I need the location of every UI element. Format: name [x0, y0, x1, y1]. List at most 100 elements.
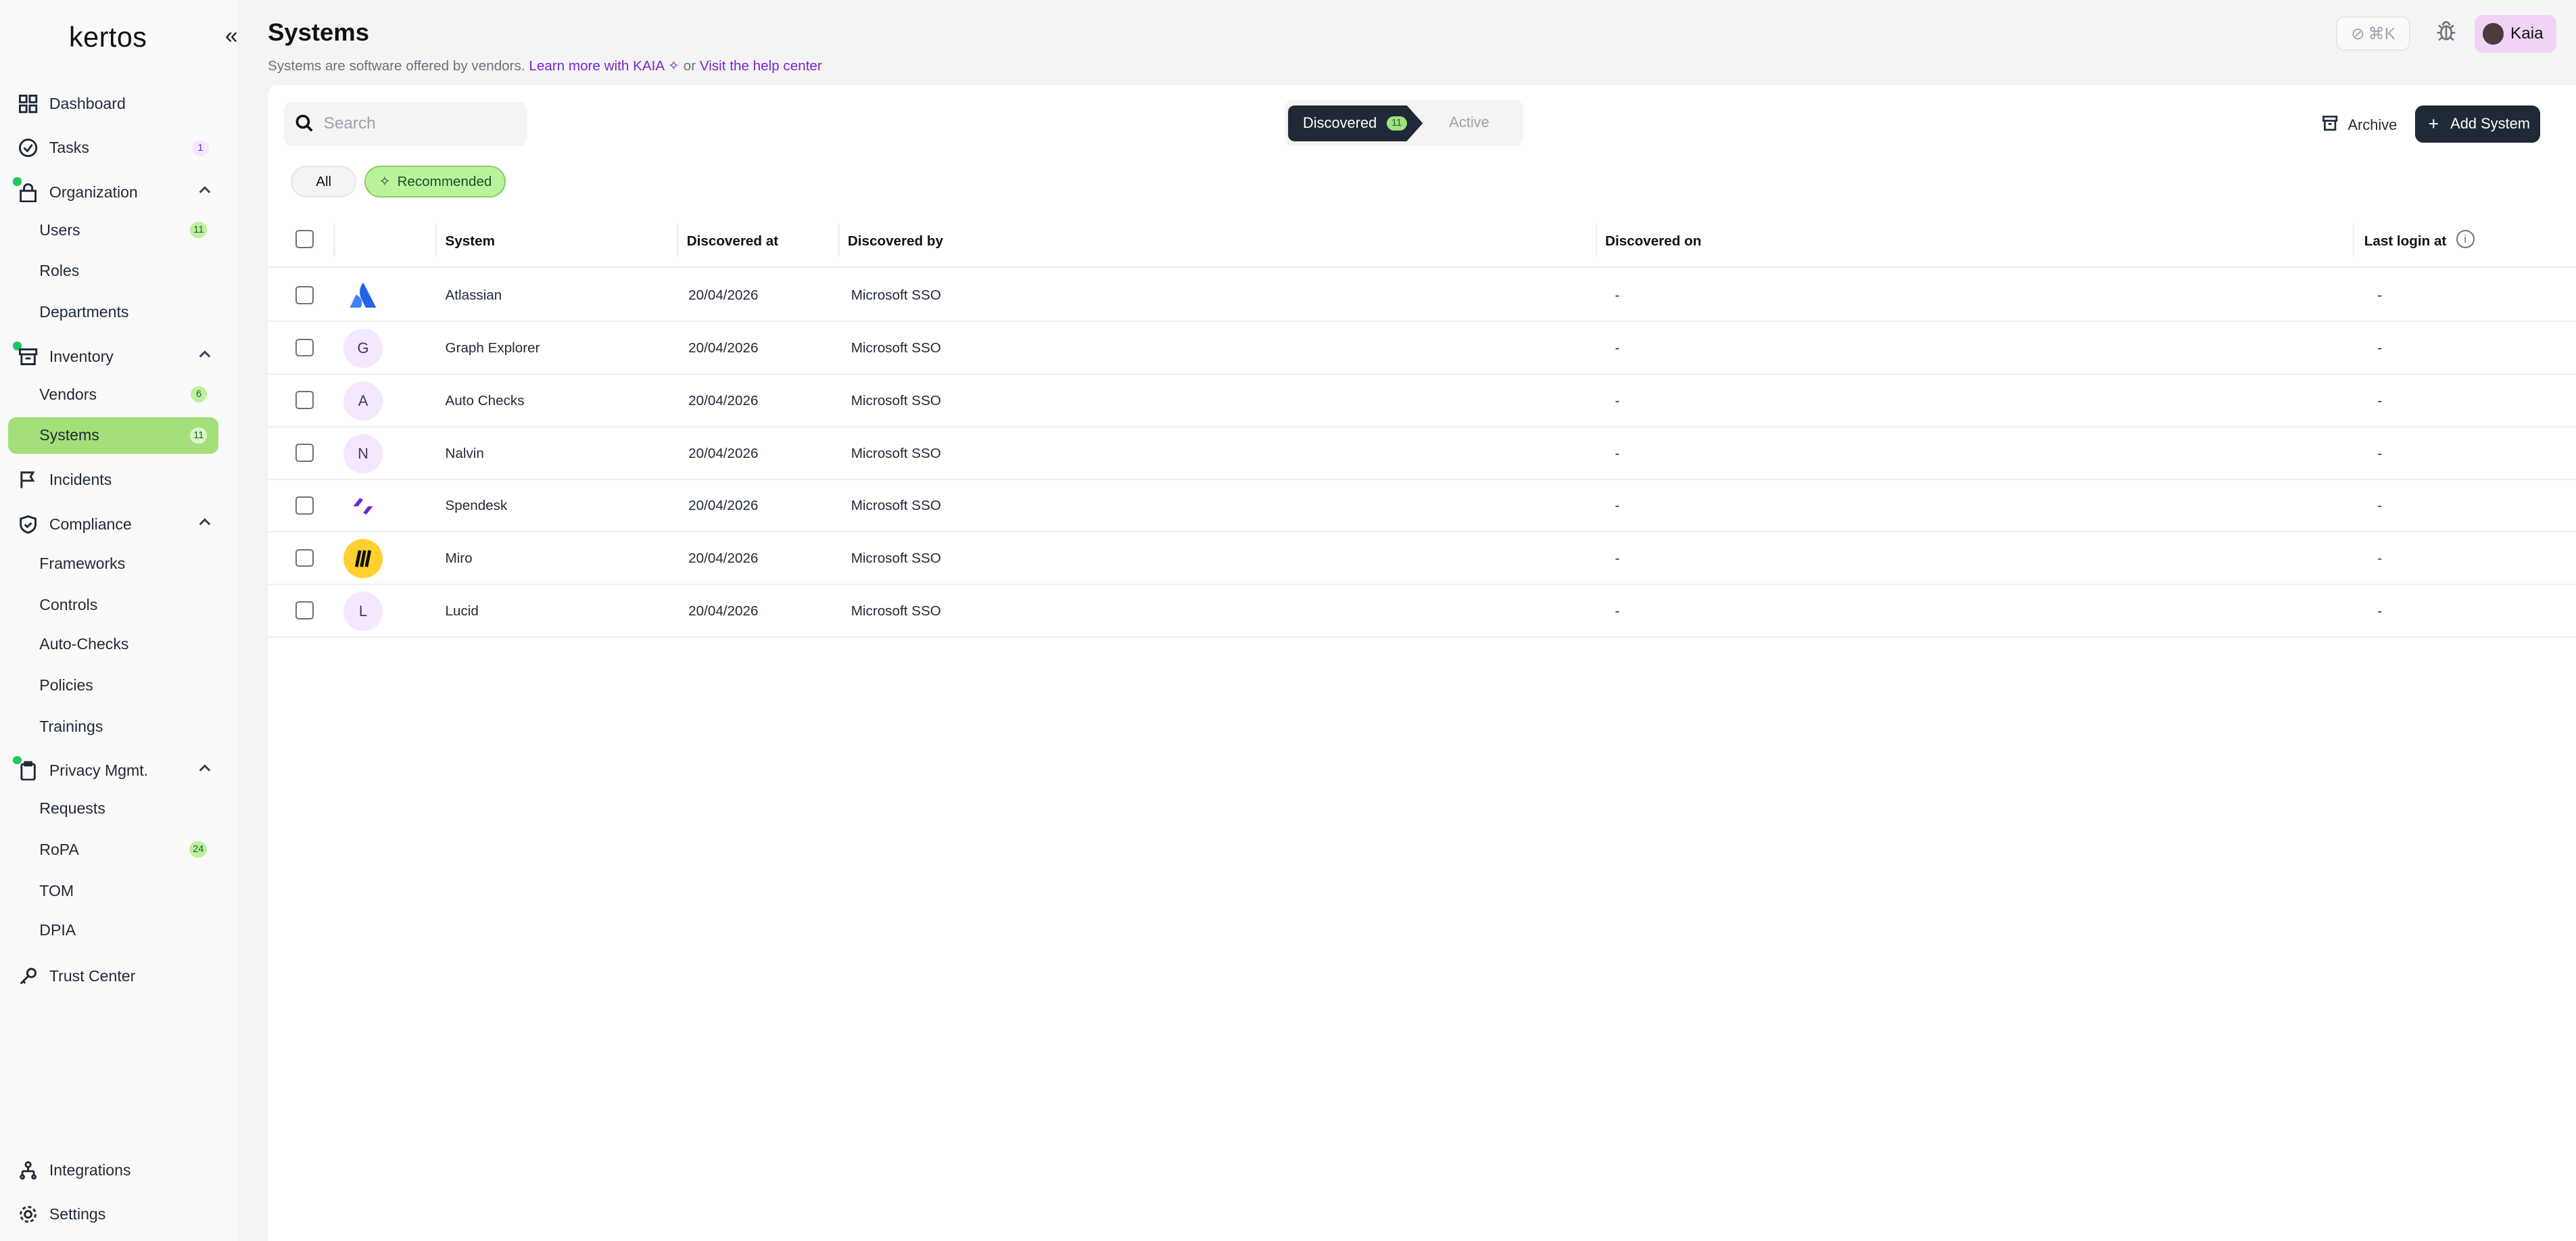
- kaia-link[interactable]: Learn more with KAIA: [529, 58, 664, 74]
- sidebar-item-label: Organization: [49, 183, 138, 201]
- info-icon[interactable]: i: [2456, 230, 2475, 248]
- sidebar-item-roles[interactable]: Roles: [8, 253, 218, 289]
- dashboard-icon: [16, 92, 39, 115]
- table-row[interactable]: L Lucid 20/04/2026 Microsoft SSO - -: [268, 585, 2576, 638]
- sidebar-item-tasks[interactable]: Tasks 1: [13, 130, 220, 166]
- letter-avatar-icon: G: [343, 328, 383, 369]
- sidebar-item-label: Tasks: [49, 139, 89, 157]
- sidebar-item-incidents[interactable]: Incidents: [13, 462, 220, 498]
- column-divider: [1595, 223, 1597, 257]
- systems-panel: Discovered 11 Active Archive + Add Syste…: [268, 85, 2576, 1241]
- discovered-by: Microsoft SSO: [851, 287, 941, 304]
- avatar: [2482, 23, 2504, 45]
- column-header-discovered-at[interactable]: Discovered at: [687, 233, 778, 250]
- table-row[interactable]: A Auto Checks 20/04/2026 Microsoft SSO -…: [268, 375, 2576, 427]
- sidebar-item-integrations[interactable]: Integrations: [13, 1152, 220, 1188]
- column-divider: [2352, 223, 2355, 257]
- sidebar-item-label: Roles: [39, 262, 80, 280]
- plus-icon: +: [2428, 113, 2439, 134]
- user-menu-button[interactable]: Kaia: [2474, 14, 2557, 53]
- tab-discovered[interactable]: Discovered 11: [1288, 105, 1423, 141]
- command-palette-button[interactable]: ⊘ ⌘K: [2336, 16, 2410, 51]
- sidebar-item-label: RoPA: [39, 840, 79, 858]
- table-row[interactable]: Atlassian 20/04/2026 Microsoft SSO - -: [268, 270, 2576, 323]
- column-header-system[interactable]: System: [446, 233, 495, 250]
- sidebar-item-frameworks[interactable]: Frameworks: [8, 546, 218, 582]
- row-checkbox[interactable]: [295, 338, 314, 357]
- sidebar-item-label: Users: [39, 220, 80, 239]
- sidebar-item-vendors[interactable]: Vendors 6: [8, 376, 218, 412]
- letter-avatar-icon: L: [343, 591, 383, 632]
- sidebar-item-trust-center[interactable]: Trust Center: [13, 958, 220, 994]
- sidebar-item-dashboard[interactable]: Dashboard: [13, 85, 220, 121]
- column-header-last-login[interactable]: Last login at: [2364, 233, 2447, 250]
- sidebar-item-controls[interactable]: Controls: [8, 587, 218, 623]
- gear-icon: [16, 1203, 39, 1226]
- collapse-sidebar-icon[interactable]: «: [225, 23, 238, 49]
- filter-recommended-chip[interactable]: ✧ Recommended: [364, 166, 506, 197]
- filter-all-chip[interactable]: All: [291, 166, 357, 197]
- discovered-on: -: [1615, 392, 1620, 408]
- sidebar-item-trainings[interactable]: Trainings: [8, 708, 218, 744]
- discovered-at: 20/04/2026: [688, 287, 759, 304]
- letter-avatar-icon: N: [343, 434, 383, 473]
- table-row[interactable]: N Nalvin 20/04/2026 Microsoft SSO - -: [268, 427, 2576, 480]
- archive-icon: [2322, 115, 2338, 135]
- discovered-at: 20/04/2026: [688, 603, 759, 619]
- sidebar-item-compliance[interactable]: Compliance: [13, 506, 220, 542]
- sidebar-item-systems[interactable]: Systems 11: [8, 417, 219, 454]
- discovered-by: Microsoft SSO: [851, 498, 941, 514]
- sidebar-item-inventory[interactable]: Inventory: [13, 339, 220, 375]
- sidebar-item-dpia[interactable]: DPIA: [8, 912, 218, 948]
- sidebar: kertos « Dashboard Tasks 1 Organization …: [0, 0, 239, 1241]
- sidebar-item-ropa[interactable]: RoPA 24: [8, 832, 218, 868]
- row-checkbox[interactable]: [295, 601, 314, 620]
- search-box[interactable]: [284, 101, 527, 147]
- select-all-checkbox[interactable]: [295, 230, 314, 248]
- sidebar-item-auto-checks[interactable]: Auto-Checks: [8, 626, 218, 662]
- sidebar-item-settings[interactable]: Settings: [13, 1196, 220, 1232]
- archive-button[interactable]: Archive: [2322, 115, 2397, 135]
- row-checkbox[interactable]: [295, 548, 314, 567]
- sidebar-item-organization[interactable]: Organization: [13, 174, 220, 210]
- subtitle-text: Systems are software offered by vendors.: [268, 58, 525, 74]
- discovered-at: 20/04/2026: [688, 392, 759, 408]
- table-row[interactable]: Miro 20/04/2026 Microsoft SSO - -: [268, 532, 2576, 586]
- sidebar-item-label: DPIA: [39, 920, 76, 939]
- sidebar-item-label: Privacy Mgmt.: [49, 762, 149, 780]
- row-checkbox[interactable]: [295, 285, 314, 304]
- table-row[interactable]: Spendesk 20/04/2026 Microsoft SSO - -: [268, 480, 2576, 533]
- add-system-button[interactable]: + Add System: [2415, 105, 2540, 143]
- search-input[interactable]: [323, 114, 504, 134]
- row-checkbox[interactable]: [295, 391, 314, 410]
- column-header-discovered-on[interactable]: Discovered on: [1605, 233, 1701, 250]
- sidebar-item-label: Trainings: [39, 717, 103, 735]
- sidebar-item-label: Settings: [49, 1205, 106, 1223]
- sidebar-item-label: Inventory: [49, 347, 114, 365]
- help-center-link[interactable]: Visit the help center: [700, 58, 822, 74]
- search-icon: [295, 109, 314, 139]
- sidebar-item-users[interactable]: Users 11: [8, 212, 218, 248]
- or-text: or: [683, 58, 696, 74]
- sidebar-item-departments[interactable]: Departments: [8, 294, 218, 330]
- row-checkbox[interactable]: [295, 496, 314, 515]
- sidebar-item-privacy[interactable]: Privacy Mgmt.: [13, 753, 220, 789]
- tab-active[interactable]: Active: [1449, 114, 1489, 131]
- tasks-count-badge: 1: [192, 139, 209, 156]
- last-login: -: [2377, 603, 2383, 619]
- key-icon: [16, 964, 39, 987]
- ropa-count-badge: 24: [189, 841, 208, 858]
- sidebar-item-label: Integrations: [49, 1161, 131, 1179]
- bug-report-icon[interactable]: [2435, 20, 2461, 46]
- sidebar-item-label: Systems: [39, 426, 99, 444]
- hierarchy-icon: [16, 1158, 39, 1181]
- row-checkbox[interactable]: [295, 444, 314, 462]
- lock-icon: [16, 181, 39, 204]
- column-header-discovered-by[interactable]: Discovered by: [848, 233, 943, 250]
- sidebar-item-policies[interactable]: Policies: [8, 668, 218, 703]
- table-row[interactable]: G Graph Explorer 20/04/2026 Microsoft SS…: [268, 322, 2576, 375]
- page-title: Systems: [268, 18, 369, 46]
- sidebar-item-requests[interactable]: Requests: [8, 791, 218, 826]
- sidebar-item-tom[interactable]: TOM: [8, 872, 218, 908]
- sidebar-item-label: Frameworks: [39, 554, 126, 572]
